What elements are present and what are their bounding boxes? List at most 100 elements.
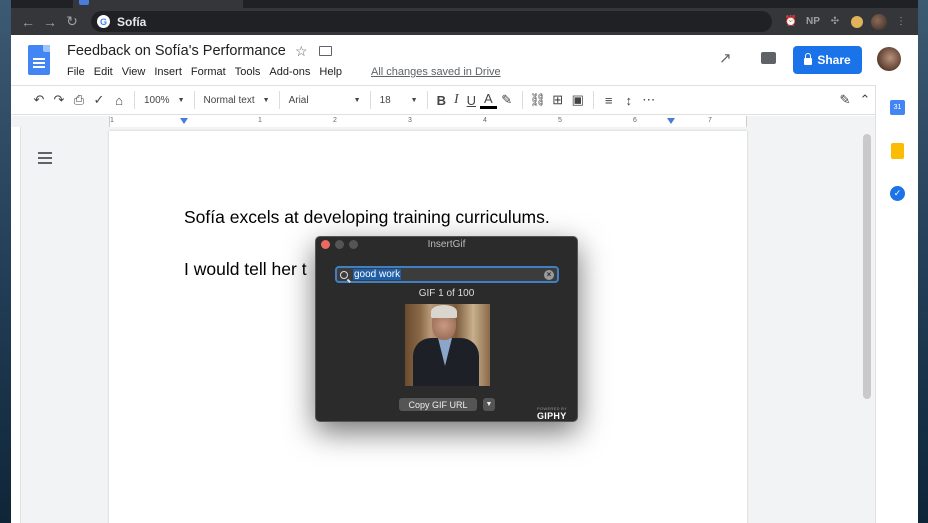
keep-icon[interactable] xyxy=(891,143,904,159)
menu-tools[interactable]: Tools xyxy=(235,66,261,78)
document-title[interactable]: Feedback on Sofía's Performance xyxy=(67,43,286,59)
address-bar-text: Sofía xyxy=(117,14,147,29)
browser-toolbar: ← → ↻ G Sofía ⏰ NP ✣ ⋮ xyxy=(11,8,918,35)
docs-header: Feedback on Sofía's Performance ☆ File E… xyxy=(11,35,918,85)
ruler-number: 4 xyxy=(483,117,487,124)
font-select[interactable]: Arial ▼ xyxy=(285,89,365,111)
menu-edit[interactable]: Edit xyxy=(94,66,113,78)
collapse-toolbar-icon[interactable]: ⌃ xyxy=(855,89,875,111)
desktop-background-left xyxy=(0,0,11,523)
forward-arrow-icon[interactable]: → xyxy=(39,11,61,33)
dialog-titlebar[interactable]: InsertGif xyxy=(316,237,577,253)
docs-logo-icon[interactable] xyxy=(28,45,50,75)
toolbar-divider xyxy=(521,91,523,109)
extension-circle-icon[interactable] xyxy=(846,11,868,33)
style-select[interactable]: Normal text ▼ xyxy=(200,89,274,111)
browser-menu-icon[interactable]: ⋮ xyxy=(890,11,912,33)
menu-insert[interactable]: Insert xyxy=(154,66,182,78)
active-tab[interactable] xyxy=(73,0,243,8)
menu-help[interactable]: Help xyxy=(319,66,342,78)
gif-count: GIF 1 of 100 xyxy=(418,288,475,299)
toolbar-divider xyxy=(278,91,280,109)
document-paragraph[interactable]: I would tell her t xyxy=(184,259,307,280)
address-bar[interactable]: G Sofía xyxy=(91,11,772,32)
document-outline-icon[interactable] xyxy=(38,152,52,164)
activity-trend-icon[interactable]: ↗ xyxy=(719,49,732,67)
star-icon[interactable]: ☆ xyxy=(295,43,308,60)
google-icon: G xyxy=(97,15,110,28)
more-options-icon[interactable]: ⋯ xyxy=(639,89,659,111)
gif-preview-image[interactable] xyxy=(405,304,490,386)
tab-favicon-icon xyxy=(79,0,89,5)
menu-bar: File Edit View Insert Format Tools Add-o… xyxy=(67,66,501,78)
user-avatar[interactable] xyxy=(877,47,901,71)
ruler-area: 1 1 2 3 4 5 6 7 xyxy=(11,116,875,127)
line-spacing-icon[interactable]: ↕ xyxy=(619,89,639,111)
menu-format[interactable]: Format xyxy=(191,66,226,78)
toolbar-divider xyxy=(134,91,135,109)
tab-strip xyxy=(11,0,918,8)
extension-react-icon[interactable]: ✣ xyxy=(824,11,846,33)
print-icon[interactable]: ⎙ xyxy=(69,89,89,111)
horizontal-ruler[interactable]: 1 1 2 3 4 5 6 7 xyxy=(109,116,747,127)
chevron-down-icon: ▼ xyxy=(410,96,418,104)
lock-icon xyxy=(804,53,813,65)
style-value: Normal text xyxy=(203,94,255,106)
right-indent-marker[interactable] xyxy=(667,118,675,124)
back-arrow-icon[interactable]: ← xyxy=(17,11,39,33)
font-value: Arial xyxy=(288,94,309,106)
zoom-select[interactable]: 100% ▼ xyxy=(140,89,189,111)
font-size-select[interactable]: 18 ▼ xyxy=(376,89,422,111)
text-color-button[interactable]: A xyxy=(480,91,497,109)
menu-addons[interactable]: Add-ons xyxy=(269,66,310,78)
undo-icon[interactable]: ↶ xyxy=(29,89,49,111)
side-panel: 31 ✓ xyxy=(875,85,918,523)
add-comment-icon[interactable]: ⊞ xyxy=(548,89,568,111)
copy-options-chevron-icon[interactable]: ▼ xyxy=(483,398,495,411)
move-folder-icon[interactable] xyxy=(319,46,332,56)
menu-view[interactable]: View xyxy=(122,66,146,78)
ruler-number: 5 xyxy=(558,117,562,124)
reload-icon[interactable]: ↻ xyxy=(61,11,83,33)
profile-avatar[interactable] xyxy=(868,11,890,33)
ruler-number: 2 xyxy=(333,117,337,124)
menu-file[interactable]: File xyxy=(67,66,85,78)
dialog-title: InsertGif xyxy=(427,239,466,250)
vertical-scrollbar[interactable] xyxy=(863,134,871,399)
ruler-number: 7 xyxy=(708,117,712,124)
underline-button[interactable]: U xyxy=(463,89,480,111)
search-icon xyxy=(340,270,348,279)
giphy-logo: GIPHY xyxy=(537,411,567,421)
tasks-icon[interactable]: ✓ xyxy=(890,186,905,201)
search-value: good work xyxy=(353,269,402,280)
calendar-icon[interactable]: 31 xyxy=(890,100,905,115)
saved-status-link[interactable]: All changes saved in Drive xyxy=(371,66,501,78)
ruler-number: 1 xyxy=(258,117,262,124)
extension-np-icon[interactable]: NP xyxy=(802,11,824,33)
redo-icon[interactable]: ↷ xyxy=(49,89,69,111)
zoom-value: 100% xyxy=(144,94,170,106)
toolbar-divider xyxy=(193,91,195,109)
toolbar-divider xyxy=(426,91,428,109)
align-left-icon[interactable]: ≡ xyxy=(599,89,619,111)
share-button[interactable]: Share xyxy=(793,46,862,74)
comment-icon[interactable] xyxy=(761,52,776,64)
toolbar-divider xyxy=(369,91,371,109)
gif-search-input[interactable]: good work × xyxy=(335,266,559,283)
bold-button[interactable]: B xyxy=(433,89,450,111)
italic-button[interactable]: I xyxy=(450,89,463,111)
vertical-ruler[interactable] xyxy=(11,127,21,523)
insert-image-icon[interactable]: ▣ xyxy=(568,89,588,111)
left-indent-marker[interactable] xyxy=(180,118,188,124)
ruler-number: 3 xyxy=(408,117,412,124)
copy-gif-url-button[interactable]: Copy GIF URL xyxy=(399,398,477,411)
formatting-toolbar: ↶ ↷ ⎙ ✓ ⌂ 100% ▼ Normal text ▼ Arial ▼ 18 ▼ … xyxy=(11,85,875,115)
link-icon[interactable]: ⛓ xyxy=(528,89,548,111)
extension-alarm-icon[interactable]: ⏰ xyxy=(780,11,802,33)
editing-mode-icon[interactable]: ✎ xyxy=(835,89,855,111)
paint-format-icon[interactable]: ⌂ xyxy=(109,89,129,111)
highlight-icon[interactable]: ✎ xyxy=(497,89,517,111)
clear-search-icon[interactable]: × xyxy=(544,270,554,280)
spellcheck-icon[interactable]: ✓ xyxy=(89,89,109,111)
document-paragraph[interactable]: Sofía excels at developing training curr… xyxy=(184,207,550,228)
